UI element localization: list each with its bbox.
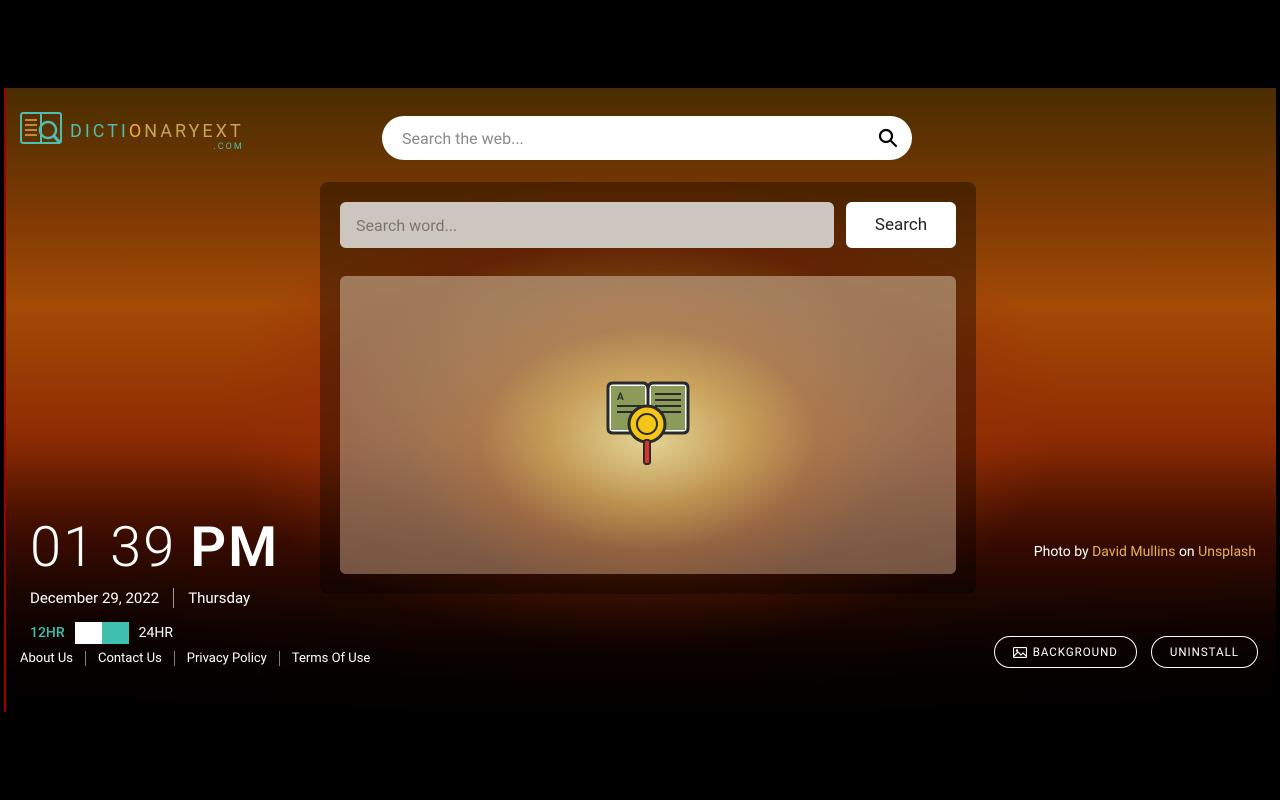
footer-terms-link[interactable]: Terms Of Use (280, 651, 382, 666)
toggle-knob (75, 622, 102, 644)
clock-24hr-label: 24HR (139, 625, 173, 641)
clock-date: December 29, 2022 (30, 589, 159, 607)
dictionary-search-button[interactable]: Search (846, 202, 956, 248)
credit-author-link[interactable]: David Mullins (1092, 544, 1175, 560)
credit-prefix: Photo by (1034, 544, 1092, 560)
clock-time: 01 39 PM (30, 514, 279, 580)
logo-text: DICTIONARYEXT .COM (70, 121, 244, 142)
svg-text:A: A (617, 392, 624, 403)
background-button[interactable]: BACKGROUND (994, 636, 1137, 668)
credit-site-link[interactable]: Unsplash (1198, 544, 1256, 560)
dictionary-word-input[interactable] (340, 202, 834, 248)
clock-minutes: 39 (110, 514, 176, 580)
date-divider (173, 588, 174, 608)
uninstall-button-label: UNINSTALL (1170, 645, 1239, 659)
credit-middle: on (1175, 544, 1198, 560)
dictionary-book-icon: A (603, 378, 693, 473)
dictionary-logo-icon (20, 112, 62, 150)
footer-contact-link[interactable]: Contact Us (86, 651, 175, 666)
uninstall-button[interactable]: UNINSTALL (1151, 636, 1258, 668)
web-search-input[interactable] (402, 129, 878, 148)
footer-about-link[interactable]: About Us (20, 651, 86, 666)
viewport: DICTIONARYEXT .COM Search A (4, 88, 1276, 712)
dictionary-search-row: Search (340, 202, 956, 248)
background-button-label: BACKGROUND (1033, 645, 1118, 659)
clock-format-toggle[interactable] (75, 622, 129, 644)
search-icon[interactable] (878, 128, 898, 148)
clock-hours: 01 (30, 514, 96, 580)
footer-links: About Us Contact Us Privacy Policy Terms… (20, 651, 382, 666)
clock-ampm: PM (190, 514, 279, 580)
dictionary-result-area: A (340, 276, 956, 574)
dictionary-panel: Search A (320, 182, 976, 594)
clock-12hr-label: 12HR (30, 625, 65, 641)
photo-credit: Photo by David Mullins on Unsplash (1034, 544, 1256, 560)
clock-date-row: December 29, 2022 Thursday (30, 588, 279, 608)
image-icon (1013, 647, 1027, 658)
web-search-bar[interactable] (382, 116, 912, 160)
logo[interactable]: DICTIONARYEXT .COM (20, 112, 244, 150)
clock-widget: 01 39 PM December 29, 2022 Thursday 12HR… (30, 514, 279, 644)
logo-subtext: .COM (213, 142, 243, 152)
bottom-buttons: BACKGROUND UNINSTALL (994, 636, 1258, 668)
clock-weekday: Thursday (188, 589, 250, 607)
footer-privacy-link[interactable]: Privacy Policy (175, 651, 280, 666)
clock-format-row: 12HR 24HR (30, 622, 279, 644)
